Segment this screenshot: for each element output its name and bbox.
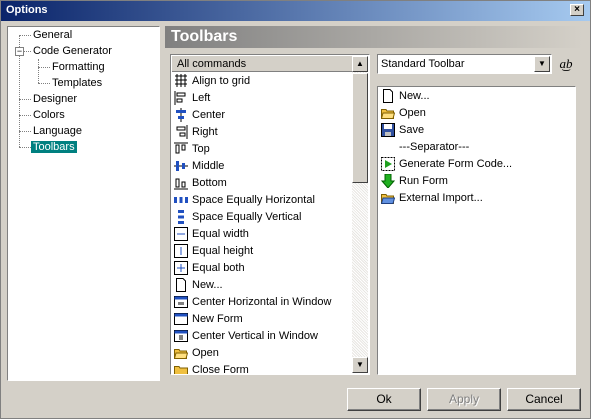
align-center-icon (174, 108, 188, 123)
command-item[interactable]: Align to grid (174, 73, 250, 90)
toolbar-item[interactable]: Generate Form Code... (381, 156, 512, 173)
tree-line (38, 83, 50, 84)
cancel-button[interactable]: Cancel (507, 388, 581, 411)
tree-item-code-generator[interactable]: Code Generator (33, 43, 112, 59)
folder-icon (174, 363, 188, 374)
scroll-down-button[interactable]: ▼ (352, 357, 368, 373)
open-folder-icon (380, 106, 396, 120)
command-item[interactable]: New... (174, 277, 223, 294)
tree-item-templates[interactable]: Templates (52, 75, 102, 91)
tree-line (38, 67, 50, 68)
dropdown-button[interactable]: ▼ (534, 56, 550, 72)
title-bar[interactable]: Options × (1, 1, 590, 21)
command-item[interactable]: New Form (174, 311, 243, 328)
tree-item-designer[interactable]: Designer (33, 91, 77, 107)
command-item[interactable]: Equal both (174, 260, 245, 277)
command-item[interactable]: Space Equally Horizontal (174, 192, 315, 209)
ok-button[interactable]: Ok (347, 388, 421, 411)
command-item[interactable]: Middle (174, 158, 224, 175)
center-vertical-icon (174, 329, 188, 343)
arrow-down-icon: ▼ (356, 360, 364, 369)
window-title: Options (6, 4, 48, 16)
tree-item-toolbars[interactable]: Toolbars (31, 139, 77, 155)
save-icon (381, 123, 395, 138)
command-item[interactable]: Bottom (174, 175, 227, 192)
tree-item-language[interactable]: Language (33, 123, 82, 139)
command-item[interactable]: Top (174, 141, 210, 158)
commands-list[interactable]: All commands Align to grid Left Center R… (170, 54, 370, 375)
options-tree[interactable]: General − Code Generator Formatting Temp… (7, 26, 160, 381)
command-item[interactable]: Close Form (174, 362, 249, 374)
tree-line (19, 35, 31, 36)
toolbar-item[interactable]: External Import... (380, 190, 483, 207)
tree-item-colors[interactable]: Colors (33, 107, 65, 123)
scroll-up-button[interactable]: ▲ (352, 56, 368, 72)
tree-item-general[interactable]: General (33, 27, 72, 43)
commands-list-header: All commands (172, 56, 352, 72)
command-item[interactable]: Center (174, 107, 225, 124)
command-item[interactable]: Open (173, 345, 219, 362)
align-top-icon (174, 142, 188, 156)
tree-line (19, 131, 31, 132)
new-form-icon (174, 312, 188, 326)
toolbar-item[interactable]: Open (380, 105, 426, 122)
command-item[interactable]: Center Vertical in Window (174, 328, 318, 345)
generate-code-icon (381, 157, 395, 172)
command-item[interactable]: Equal width (174, 226, 249, 243)
apply-button[interactable]: Apply (427, 388, 501, 411)
rename-toolbar-button[interactable]: a͜b (556, 55, 576, 73)
section-title: Toolbars (165, 26, 583, 48)
equal-both-icon (174, 261, 188, 276)
close-icon: × (574, 4, 580, 15)
toolbar-item[interactable]: Run Form (380, 173, 448, 190)
grid-icon (174, 74, 188, 88)
space-vertical-icon (174, 210, 188, 225)
equal-width-icon (174, 227, 188, 242)
toolbar-items-list[interactable]: New... Open Save ---Separator--- Generat… (377, 86, 576, 375)
command-item[interactable]: Center Horizontal in Window (174, 294, 331, 311)
command-item[interactable]: Right (174, 124, 218, 141)
command-item[interactable]: Left (174, 90, 210, 107)
import-folder-icon (380, 191, 396, 205)
command-item[interactable]: Equal height (174, 243, 253, 260)
tree-line (24, 51, 31, 52)
command-item[interactable]: Space Equally Vertical (174, 209, 301, 226)
center-horizontal-icon (174, 295, 188, 309)
open-folder-icon (173, 346, 189, 360)
equal-height-icon (174, 244, 188, 259)
chevron-down-icon: ▼ (538, 59, 546, 68)
toolbar-select-value: Standard Toolbar (381, 58, 465, 70)
tree-item-formatting[interactable]: Formatting (52, 59, 105, 75)
scroll-thumb[interactable] (352, 73, 368, 183)
commands-scrollbar[interactable]: ▲ ▼ (352, 56, 368, 373)
toolbar-separator[interactable]: ---Separator--- (399, 139, 469, 156)
arrow-up-icon: ▲ (356, 59, 364, 68)
space-horizontal-icon (174, 193, 188, 207)
new-document-icon (381, 89, 395, 104)
run-arrow-icon (380, 173, 396, 189)
new-document-icon (174, 278, 188, 293)
close-button[interactable]: × (570, 4, 584, 16)
toolbar-item[interactable]: Save (381, 122, 424, 139)
tree-line (38, 59, 39, 83)
align-right-icon (174, 125, 188, 140)
collapse-icon[interactable]: − (15, 47, 24, 56)
tree-line (19, 147, 31, 148)
tree-line (19, 115, 31, 116)
toolbar-item[interactable]: New... (381, 88, 430, 105)
align-middle-icon (174, 159, 188, 173)
toolbar-select[interactable]: Standard Toolbar ▼ (377, 54, 552, 74)
align-bottom-icon (174, 176, 188, 190)
align-left-icon (174, 91, 188, 106)
tree-line (19, 99, 31, 100)
rename-icon: a͜b (559, 56, 573, 71)
